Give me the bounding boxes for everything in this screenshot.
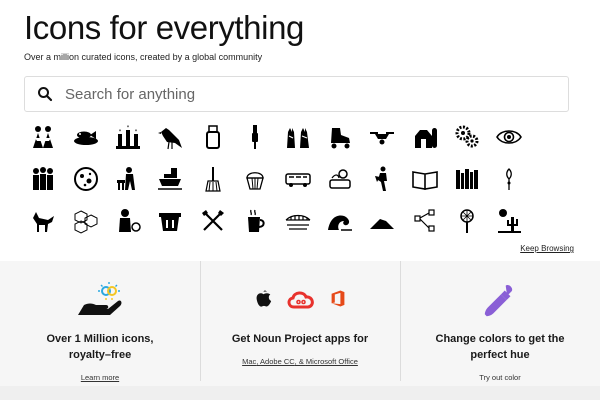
- cupcake-icon[interactable]: [234, 158, 276, 200]
- hero: Icons for everything Over a million cura…: [24, 8, 576, 62]
- candles-icon[interactable]: [107, 116, 149, 158]
- coffee-mug-icon[interactable]: [234, 200, 276, 242]
- page-title: Icons for everything: [24, 9, 304, 46]
- eyedropper-icon: [481, 283, 519, 319]
- search-icon[interactable]: [37, 86, 53, 102]
- feature-million-icons: Over 1 Million icons, royalty–free Learn…: [0, 261, 200, 400]
- open-book-icon[interactable]: [404, 158, 446, 200]
- apps-links: Mac, Adobe CC, & Microsoft Office: [242, 357, 358, 366]
- features-section: Over 1 Million icons, royalty–free Learn…: [0, 261, 600, 400]
- fox-icon[interactable]: [22, 200, 64, 242]
- walker-icon[interactable]: [361, 158, 403, 200]
- adobe-cc-link[interactable]: Adobe CC: [260, 357, 295, 366]
- ship-icon[interactable]: [149, 158, 191, 200]
- search-input[interactable]: [65, 77, 568, 111]
- moon-icon[interactable]: [64, 158, 106, 200]
- try-out-color-link[interactable]: Try out color: [479, 373, 520, 382]
- grid-spacer: [531, 158, 573, 200]
- bus-icon[interactable]: [276, 158, 318, 200]
- bucket-icon[interactable]: [149, 200, 191, 242]
- apple-icon: [255, 289, 272, 313]
- feature-apps: Get Noun Project apps for Mac, Adobe CC,…: [200, 261, 400, 400]
- wave-icon[interactable]: [319, 200, 361, 242]
- eye-icon[interactable]: [488, 116, 530, 158]
- picnic-icon[interactable]: [319, 158, 361, 200]
- sparkle-icon[interactable]: [488, 158, 530, 200]
- adobe-cc-icon: [286, 289, 316, 314]
- broom-icon[interactable]: [192, 158, 234, 200]
- network-icon[interactable]: [404, 200, 446, 242]
- worker-icon[interactable]: [107, 158, 149, 200]
- family-icon[interactable]: [22, 158, 64, 200]
- search-bar[interactable]: [24, 76, 569, 112]
- crossed-tools-icon[interactable]: [192, 200, 234, 242]
- people-group-icon[interactable]: [22, 116, 64, 158]
- barn-icon[interactable]: [404, 116, 446, 158]
- gears-icon[interactable]: [446, 116, 488, 158]
- icon-grid: [22, 116, 574, 242]
- feature-title: Change colors to get the perfect hue: [435, 333, 565, 361]
- audio-jack-icon[interactable]: [234, 116, 276, 158]
- microsoft-office-icon: [330, 289, 346, 313]
- app-logos: [255, 283, 346, 319]
- roller-skate-icon[interactable]: [319, 116, 361, 158]
- crow-icon[interactable]: [149, 116, 191, 158]
- boy-ball-icon[interactable]: [107, 200, 149, 242]
- feature-title: Over 1 Million icons, royalty–free: [46, 333, 154, 361]
- page-subtitle: Over a million curated icons, created by…: [24, 52, 263, 62]
- bridge-landscape-icon[interactable]: [276, 200, 318, 242]
- drone-icon[interactable]: [361, 116, 403, 158]
- feature-title: Get Noun Project apps for: [231, 333, 369, 345]
- bottom-strip: [0, 386, 600, 400]
- hexagon-blocks-icon[interactable]: [64, 200, 106, 242]
- bookshelf-icon[interactable]: [446, 158, 488, 200]
- feature-colors: Change colors to get the perfect hue Try…: [400, 261, 600, 400]
- learn-more-link[interactable]: Learn more: [81, 373, 119, 382]
- microsoft-office-link[interactable]: Microsoft Office: [306, 357, 358, 366]
- grid-spacer: [531, 200, 573, 242]
- mac-link[interactable]: Mac: [242, 357, 256, 366]
- hand-sparkle-icon: [76, 282, 124, 319]
- pile-icon[interactable]: [361, 200, 403, 242]
- fish-platter-icon[interactable]: [64, 116, 106, 158]
- keep-browsing-link[interactable]: Keep Browsing: [520, 244, 574, 253]
- usb-drive-icon[interactable]: [192, 116, 234, 158]
- grid-spacer: [531, 116, 573, 158]
- hands-icon[interactable]: [276, 116, 318, 158]
- separator: , &: [294, 357, 306, 366]
- lollipop-icon[interactable]: [446, 200, 488, 242]
- desert-cactus-icon[interactable]: [488, 200, 530, 242]
